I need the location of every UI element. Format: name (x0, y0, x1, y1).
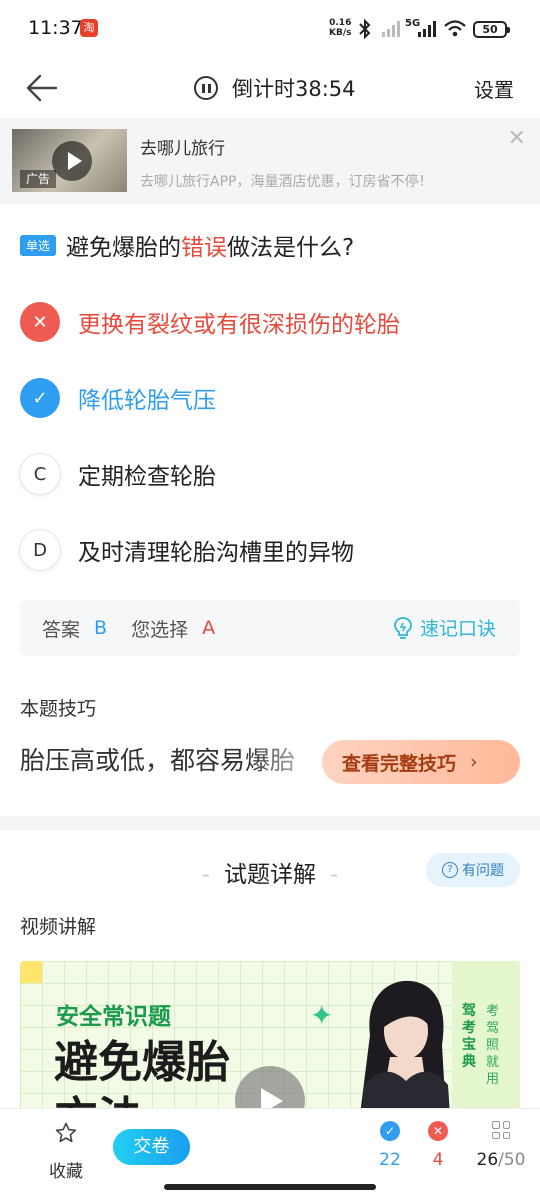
ad-description: 去哪儿旅行APP，海量酒店优惠，订房省不停！ (140, 174, 433, 190)
brand-name: 驾考宝典 (462, 1003, 476, 1070)
option-letter: D (20, 530, 60, 570)
option-text: 及时清理轮胎沟槽里的异物 (78, 540, 354, 566)
video-subtitle: 安全常识题 (56, 1004, 171, 1030)
battery-indicator: 50 (473, 21, 510, 38)
signal-icon-sim2 (418, 21, 436, 37)
video-explanation-label: 视频讲解 (20, 916, 97, 938)
option-a[interactable]: ✕ 更换有裂纹或有很深损伤的轮胎 (20, 302, 400, 342)
question-icon: ? (442, 862, 458, 878)
question-type-badge: 单选 (20, 234, 57, 256)
star-icon (55, 1122, 77, 1143)
correct-answer: B (94, 617, 108, 639)
ad-video-thumbnail[interactable]: 广告 (12, 129, 127, 192)
tips-fade (250, 736, 330, 782)
countdown-timer[interactable]: 倒计时38:54 (194, 72, 356, 104)
check-mark-icon: ✓ (20, 378, 60, 418)
presenter-image (360, 980, 450, 1111)
taobao-notification-icon: 淘 (80, 19, 98, 37)
home-indicator[interactable] (164, 1184, 376, 1190)
answer-summary: 答案 B 您选择 A 速记口诀 (20, 600, 520, 656)
option-text: 更换有裂纹或有很深损伤的轮胎 (78, 312, 400, 338)
wrong-count[interactable]: ✕ 4 (418, 1121, 458, 1170)
check-circle-icon: ✓ (380, 1121, 400, 1141)
video-explanation-player[interactable]: 安全常识题 避免爆胎 方法 ✦ 驾考宝典 考驾照就用 (20, 961, 520, 1111)
decorative-corner (20, 961, 42, 983)
pause-icon[interactable] (194, 76, 218, 100)
section-divider (0, 816, 540, 830)
ad-banner[interactable]: 广告 去哪儿旅行 去哪儿旅行APP，海量酒店优惠，订房省不停！ ✕ (0, 118, 540, 204)
view-full-tips-button[interactable]: 查看完整技巧 › (322, 740, 520, 784)
play-icon[interactable] (235, 1066, 305, 1111)
cross-circle-icon: ✕ (428, 1121, 448, 1141)
signal-icon-sim1 (382, 21, 400, 37)
countdown-text: 倒计时38:54 (232, 77, 356, 101)
chevron-right-icon: › (470, 751, 478, 773)
grid-icon (492, 1121, 510, 1139)
wrong-mark-icon: ✕ (20, 302, 60, 342)
status-bar: 11:37 淘 0.16 KB/s 5G 50 (0, 0, 540, 60)
option-d[interactable]: D 及时清理轮胎沟槽里的异物 (20, 530, 354, 570)
favorite-label: 收藏 (49, 1162, 83, 1182)
answer-label: 答案 (42, 618, 81, 641)
question-progress[interactable]: 26/50 (475, 1121, 527, 1170)
correct-count[interactable]: ✓ 22 (370, 1121, 410, 1170)
your-choice: A (202, 617, 216, 639)
tips-heading: 本题技巧 (20, 698, 97, 720)
exam-header: 倒计时38:54 设置 (0, 60, 540, 116)
lightbulb-icon (394, 616, 412, 639)
ad-title: 去哪儿旅行 (140, 139, 225, 159)
wifi-icon (444, 20, 466, 37)
status-time: 11:37 (28, 17, 83, 39)
question-text: 避免爆胎的错误做法是什么? (66, 235, 355, 261)
bluetooth-icon (359, 18, 371, 40)
video-title: 避免爆胎 方法 (54, 1037, 230, 1111)
play-icon (52, 141, 92, 181)
option-text: 降低轮胎气压 (78, 388, 216, 414)
option-text: 定期检查轮胎 (78, 464, 216, 490)
report-problem-button[interactable]: ? 有问题 (426, 853, 520, 887)
submit-exam-button[interactable]: 交卷 (113, 1129, 190, 1165)
back-arrow-icon[interactable] (22, 70, 62, 106)
ad-tag: 广告 (20, 170, 57, 188)
memo-button[interactable]: 速记口诀 (392, 614, 496, 641)
option-c[interactable]: C 定期检查轮胎 (20, 454, 216, 494)
option-letter: C (20, 454, 60, 494)
favorite-button[interactable]: 收藏 (44, 1121, 88, 1182)
question-stem: 单选 避免爆胎的错误做法是什么? (20, 228, 530, 262)
settings-button[interactable]: 设置 (474, 74, 514, 103)
brand-slogan: 考驾照就用 (486, 1004, 500, 1087)
network-speed: 0.16 KB/s (329, 18, 352, 38)
memo-label: 速记口诀 (419, 618, 496, 640)
sparkle-icon: ✦ (310, 999, 334, 1032)
your-choice-label: 您选择 (131, 618, 189, 641)
close-icon[interactable]: ✕ (508, 126, 526, 151)
option-b[interactable]: ✓ 降低轮胎气压 (20, 378, 216, 418)
